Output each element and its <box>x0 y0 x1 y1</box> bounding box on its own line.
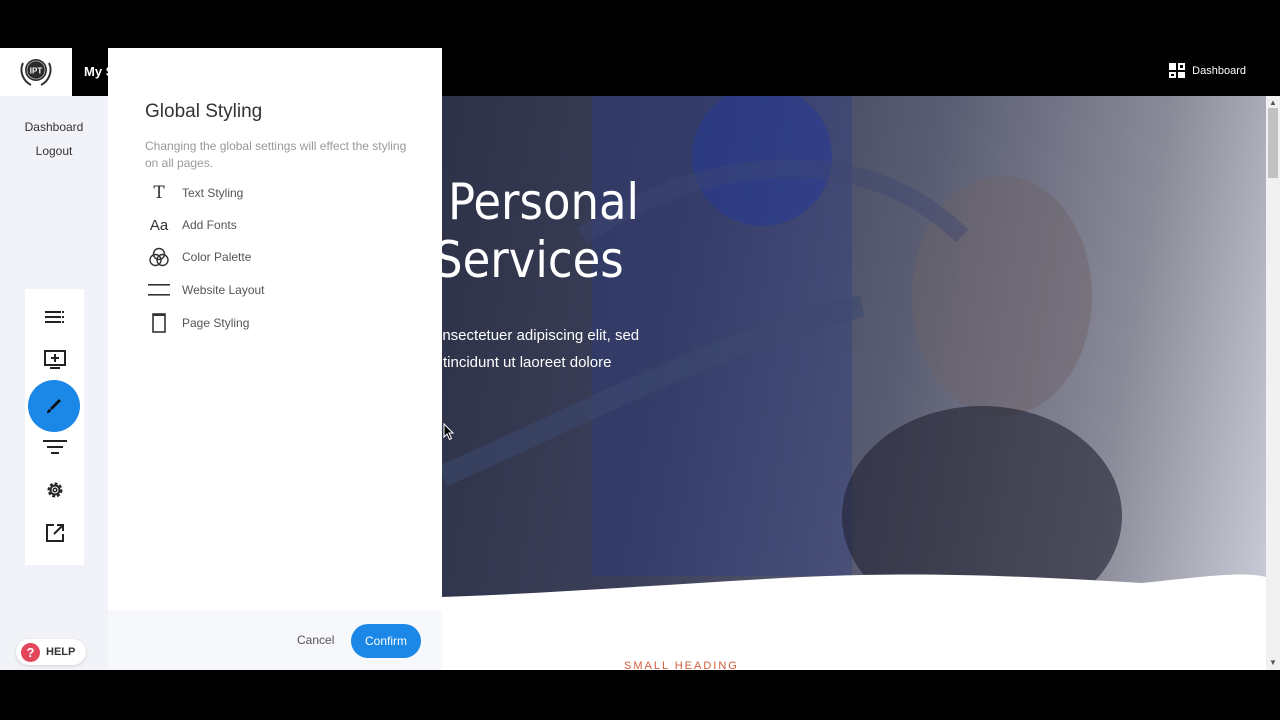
hero-title-line1: Personal <box>448 173 640 231</box>
text-styling-icon: T <box>153 183 165 203</box>
scroll-up-icon[interactable]: ▲ <box>1269 98 1277 107</box>
brush-icon[interactable] <box>28 380 80 432</box>
logo-text: IPT <box>30 67 43 76</box>
top-dashboard-link[interactable]: Dashboard <box>1169 63 1246 78</box>
scroll-down-icon[interactable]: ▼ <box>1269 658 1277 667</box>
scroll-thumb[interactable] <box>1268 108 1278 178</box>
menu-page-styling-label: Page Styling <box>182 316 250 330</box>
confirm-button[interactable]: Confirm <box>351 624 421 658</box>
hero-title: Personal Services <box>442 173 639 289</box>
color-palette-icon <box>148 247 170 267</box>
page-icon <box>148 313 170 333</box>
settings-icon[interactable] <box>25 470 84 510</box>
add-fonts-icon: Aa <box>149 216 169 234</box>
list-icon[interactable] <box>25 297 84 337</box>
dashboard-grid-icon <box>1169 63 1186 78</box>
menu-add-fonts[interactable]: Aa Add Fonts <box>148 213 237 237</box>
logo-badge: IPT <box>17 55 55 89</box>
menu-color-palette-label: Color Palette <box>182 250 252 264</box>
menu-text-styling[interactable]: T Text Styling <box>148 181 243 205</box>
help-button[interactable]: ? HELP <box>16 639 86 665</box>
admin-sidebar: Dashboard Logout ? HELP <box>0 96 108 670</box>
small-heading: SMALL HEADING <box>624 660 739 670</box>
hero-text-line1: onsectetuer adipiscing elit, sed <box>442 327 640 344</box>
filter-icon[interactable] <box>25 427 84 467</box>
layout-icon <box>148 283 170 297</box>
menu-website-layout[interactable]: Website Layout <box>148 278 265 302</box>
hero-title-line2: Services <box>442 231 624 289</box>
hero-wave-divider <box>442 574 1266 613</box>
top-dashboard-label: Dashboard <box>1192 64 1246 77</box>
external-link-icon[interactable] <box>25 513 84 553</box>
app-frame: IPT My S Dashboard Dashboard Logout ? HE… <box>0 48 1280 670</box>
panel-title: Global Styling <box>145 101 263 122</box>
menu-text-styling-label: Text Styling <box>182 186 244 200</box>
cancel-button[interactable]: Cancel <box>297 633 334 647</box>
help-icon: ? <box>21 642 40 662</box>
panel-description: Changing the global settings will effect… <box>145 139 407 170</box>
menu-website-layout-label: Website Layout <box>182 283 265 297</box>
sidebar-logout-link[interactable]: Logout <box>0 144 108 158</box>
menu-add-fonts-label: Add Fonts <box>182 218 237 232</box>
global-styling-panel: Global Styling Changing the global setti… <box>108 48 455 670</box>
panel-footer: Cancel Confirm <box>108 610 442 670</box>
mouse-cursor-icon <box>443 423 455 441</box>
hero-text-line2: tincidunt ut laoreet dolore <box>443 354 612 371</box>
menu-color-palette[interactable]: Color Palette <box>148 245 251 269</box>
help-label: HELP <box>46 646 76 658</box>
hero-text: onsectetuer adipiscing elit, sed tincidu… <box>442 322 639 376</box>
hero-preview: Personal Services onsectetuer adipiscing… <box>442 96 1266 606</box>
logo[interactable]: IPT <box>0 48 72 96</box>
add-section-icon[interactable] <box>25 340 84 380</box>
editor-toolbar <box>25 289 84 565</box>
sidebar-dashboard-link[interactable]: Dashboard <box>0 120 108 134</box>
menu-page-styling[interactable]: Page Styling <box>148 311 249 335</box>
page-scrollbar[interactable]: ▲ ▼ <box>1266 96 1280 670</box>
